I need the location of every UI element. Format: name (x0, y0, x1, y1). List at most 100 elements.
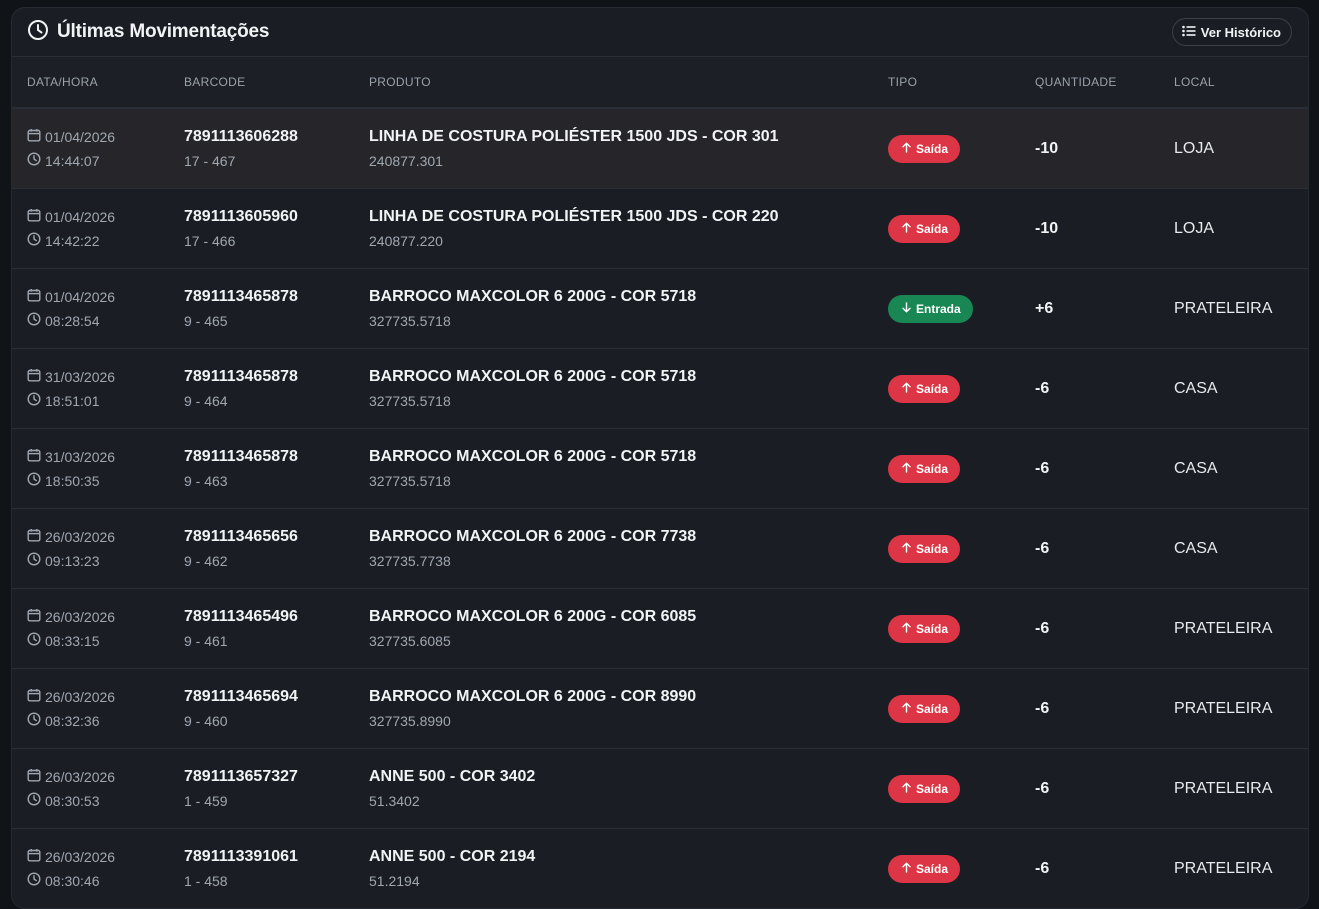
barcode-ref: 9 - 462 (184, 552, 228, 569)
location-value: LOJA (1174, 219, 1215, 237)
type-label: Saída (916, 621, 949, 636)
date-text: 01/04/2026 (45, 128, 116, 145)
cell-location: PRATELEIRA (1174, 700, 1308, 718)
cell-barcode: 7891113657327 1 - 459 (184, 765, 369, 813)
cell-product: BARROCO MAXCOLOR 6 200G - COR 5718 32773… (369, 365, 888, 413)
table-row[interactable]: 01/04/2026 14:44:07 7891113606288 17 - 4… (12, 109, 1308, 189)
barcode-ref: 1 - 459 (184, 792, 228, 809)
cell-type: Saída (888, 374, 1035, 403)
table-row[interactable]: 26/03/2026 08:33:15 7891113465496 9 - 46… (12, 589, 1308, 669)
type-badge: Saída (888, 134, 961, 163)
product-name: ANNE 500 - COR 3402 (369, 767, 536, 785)
table-row[interactable]: 26/03/2026 08:32:36 7891113465694 9 - 46… (12, 669, 1308, 749)
arrow-up-icon (902, 222, 911, 236)
date-line: 26/03/2026 (27, 685, 184, 709)
date-line: 26/03/2026 (27, 605, 184, 629)
history-button[interactable]: Ver Histórico (1171, 18, 1292, 46)
cell-datetime: 26/03/2026 08:30:46 (12, 845, 184, 893)
cell-product: BARROCO MAXCOLOR 6 200G - COR 5718 32773… (369, 445, 888, 493)
column-header-type[interactable]: TIPO (888, 75, 1035, 89)
arrow-up-icon (902, 382, 911, 396)
cell-barcode: 7891113465878 9 - 464 (184, 365, 369, 413)
type-badge: Saída (888, 214, 961, 243)
time-line: 09:13:23 (27, 549, 184, 573)
table-row[interactable]: 26/03/2026 08:30:53 7891113657327 1 - 45… (12, 749, 1308, 829)
calendar-icon (27, 845, 41, 869)
column-header-product[interactable]: PRODUTO (369, 75, 888, 89)
clock-icon (27, 389, 41, 413)
product-name: BARROCO MAXCOLOR 6 200G - COR 5718 (369, 287, 697, 305)
barcode-ref: 9 - 464 (184, 392, 228, 409)
cell-type: Saída (888, 214, 1035, 243)
type-label: Saída (916, 701, 949, 716)
barcode-ref: 9 - 465 (184, 312, 228, 329)
date-line: 31/03/2026 (27, 365, 184, 389)
arrow-down-icon (902, 301, 911, 316)
location-value: PRATELEIRA (1174, 699, 1273, 717)
quantity-value: -6 (1035, 459, 1050, 477)
cell-type: Saída (888, 774, 1035, 803)
cell-product: BARROCO MAXCOLOR 6 200G - COR 5718 32773… (369, 285, 888, 333)
time-line: 14:42:22 (27, 229, 184, 253)
clock-icon (27, 309, 41, 333)
quantity-value: -6 (1035, 779, 1050, 797)
type-label: Saída (916, 461, 949, 476)
clock-icon (27, 869, 41, 893)
cell-location: CASA (1174, 540, 1308, 558)
quantity-value: -6 (1035, 379, 1050, 397)
table-row[interactable]: 01/04/2026 08:28:54 7891113465878 9 - 46… (12, 269, 1308, 349)
date-text: 26/03/2026 (45, 768, 116, 785)
cell-barcode: 7891113465656 9 - 462 (184, 525, 369, 573)
cell-product: ANNE 500 - COR 3402 51.3402 (369, 765, 888, 813)
quantity-value: -6 (1035, 619, 1050, 637)
quantity-value: -6 (1035, 539, 1050, 557)
cell-datetime: 26/03/2026 08:30:53 (12, 765, 184, 813)
column-header-datetime[interactable]: DATA/HORA (12, 75, 184, 89)
type-label: Saída (916, 381, 949, 396)
calendar-icon (27, 205, 41, 229)
table-row[interactable]: 26/03/2026 08:30:46 7891113391061 1 - 45… (12, 829, 1308, 908)
calendar-icon (27, 525, 41, 549)
date-text: 01/04/2026 (45, 208, 116, 225)
cell-type: Entrada (888, 294, 1035, 323)
cell-type: Saída (888, 454, 1035, 483)
clock-icon (27, 469, 41, 493)
table-row[interactable]: 31/03/2026 18:50:35 7891113465878 9 - 46… (12, 429, 1308, 509)
table-row[interactable]: 26/03/2026 09:13:23 7891113465656 9 - 46… (12, 509, 1308, 589)
product-name: ANNE 500 - COR 2194 (369, 847, 536, 865)
cell-type: Saída (888, 614, 1035, 643)
barcode-value: 7891113606288 (184, 127, 298, 145)
time-line: 18:51:01 (27, 389, 184, 413)
type-badge: Saída (888, 774, 961, 803)
cell-quantity: -6 (1035, 860, 1174, 878)
column-header-barcode[interactable]: BARCODE (184, 75, 369, 89)
calendar-icon (27, 125, 41, 149)
barcode-value: 7891113465878 (184, 447, 298, 465)
barcode-value: 7891113465878 (184, 287, 298, 305)
column-header-location[interactable]: LOCAL (1174, 75, 1308, 89)
calendar-icon (27, 765, 41, 789)
cell-datetime: 26/03/2026 08:33:15 (12, 605, 184, 653)
date-line: 26/03/2026 (27, 525, 184, 549)
barcode-value: 7891113657327 (184, 767, 298, 785)
product-name: BARROCO MAXCOLOR 6 200G - COR 5718 (369, 447, 697, 465)
product-code: 327735.7738 (369, 552, 451, 569)
product-code: 327735.6085 (369, 632, 451, 649)
table-row[interactable]: 31/03/2026 18:51:01 7891113465878 9 - 46… (12, 349, 1308, 429)
quantity-value: -6 (1035, 699, 1050, 717)
location-value: PRATELEIRA (1174, 619, 1273, 637)
date-line: 01/04/2026 (27, 125, 184, 149)
barcode-ref: 17 - 467 (184, 152, 236, 169)
clock-icon (27, 229, 41, 253)
column-header-quantity[interactable]: QUANTIDADE (1035, 75, 1174, 89)
time-text: 09:13:23 (45, 552, 100, 569)
calendar-icon (27, 605, 41, 629)
time-line: 14:44:07 (27, 149, 184, 173)
cell-product: ANNE 500 - COR 2194 51.2194 (369, 845, 888, 893)
calendar-icon (27, 365, 41, 389)
time-line: 18:50:35 (27, 469, 184, 493)
table-row[interactable]: 01/04/2026 14:42:22 7891113605960 17 - 4… (12, 189, 1308, 269)
time-line: 08:30:46 (27, 869, 184, 893)
barcode-value: 7891113391061 (184, 847, 298, 865)
date-text: 01/04/2026 (45, 288, 116, 305)
